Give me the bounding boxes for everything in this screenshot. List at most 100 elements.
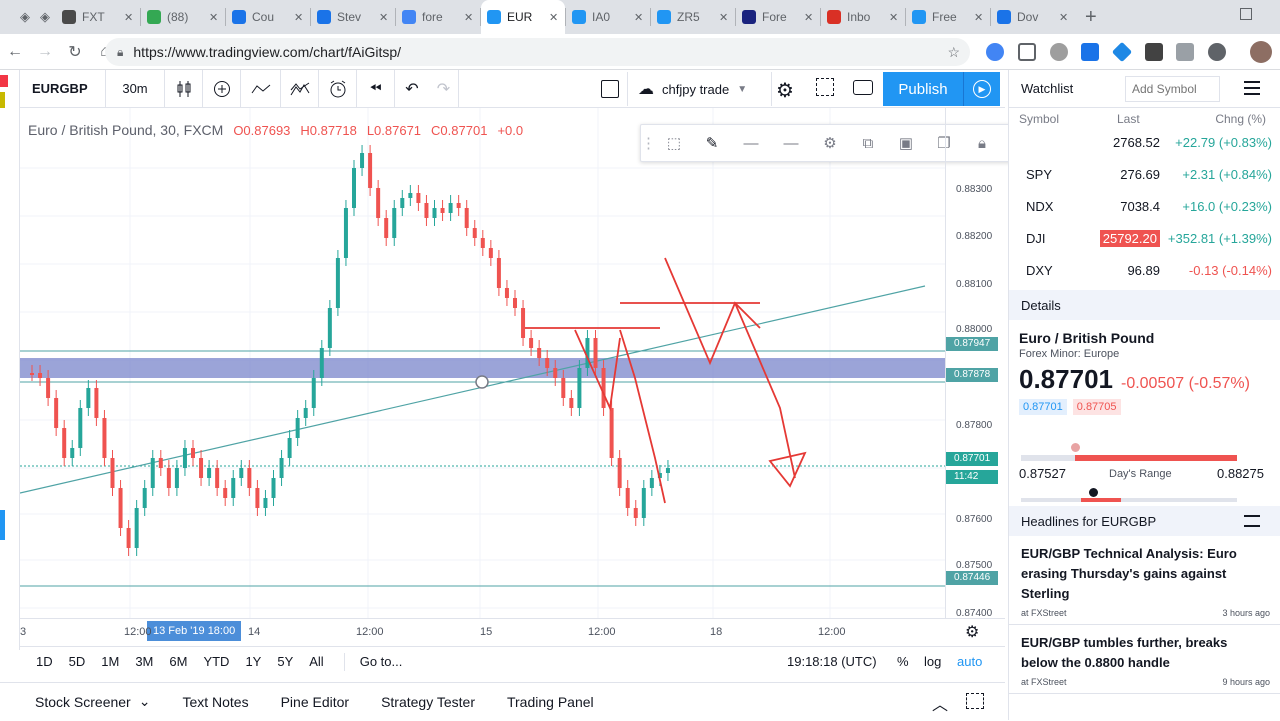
browser-tab[interactable]: fore ✕ [396,0,480,34]
col-symbol[interactable]: Symbol [1019,112,1059,126]
extension-icon[interactable] [1111,41,1133,63]
range-button[interactable]: 3M [135,654,153,669]
extension-icon[interactable] [1145,43,1163,61]
browser-tab[interactable]: ZR5 ✕ [651,0,735,34]
chart-pane[interactable] [20,108,945,618]
templates-icon[interactable] [281,69,319,108]
tab-close-icon[interactable]: ✕ [889,11,898,24]
col-last[interactable]: Last [1117,112,1140,126]
bottom-tab[interactable]: Text Notes [166,683,264,721]
extension-icon[interactable] [1208,43,1226,61]
extension-icon[interactable] [1018,43,1036,61]
visibility-icon[interactable]: ⧉ [849,135,887,152]
tab-close-icon[interactable]: ✕ [634,11,643,24]
range-button[interactable]: 1M [101,654,119,669]
tab-close-icon[interactable]: ✕ [379,11,388,24]
pinned-tabs[interactable]: ◈ ◈ [0,9,56,25]
browser-tab[interactable]: Free ✕ [906,0,990,34]
flag-icon[interactable] [0,92,5,108]
fullscreen-icon[interactable] [816,78,834,96]
pinned-tab-icon[interactable]: ◈ [20,9,30,25]
browser-tab[interactable]: Stev ✕ [311,0,395,34]
template-icon[interactable]: ⬚ [655,134,693,152]
undo-icon[interactable]: ↶ [395,70,429,108]
side-indicator[interactable] [0,510,5,540]
interval-selector[interactable]: 30m [105,69,165,108]
details-header[interactable]: Details [1009,290,1280,320]
add-symbol-input[interactable] [1125,75,1220,102]
browser-tab[interactable]: Dov ✕ [991,0,1075,34]
pinned-tab-icon[interactable]: ◈ [40,9,50,25]
range-button[interactable]: 1Y [245,654,261,669]
bottom-tab[interactable]: Pine Editor [265,683,365,721]
utc-clock[interactable]: 19:18:18 (UTC) [787,654,877,669]
range-button[interactable]: 6M [169,654,187,669]
price-chart[interactable] [20,108,945,618]
headline-item[interactable]: EUR/GBP Technical Analysis: Euro erasing… [1009,536,1280,625]
watchlist-row[interactable]: SPY 276.69 +2.31 (+0.84%) [1009,158,1280,190]
watchlist-row[interactable]: DXY 96.89 -0.13 (-0.14%) [1009,254,1280,286]
publish-button[interactable]: Publish [883,72,963,106]
collapse-panel-icon[interactable]: ︿ [932,691,948,715]
object-tree-icon[interactable]: ▣ [887,134,925,152]
tab-close-icon[interactable]: ✕ [549,11,558,24]
pencil-icon[interactable]: ✎ [693,134,731,152]
window-restore-icon[interactable] [1240,8,1252,20]
extension-icon[interactable] [1176,43,1194,61]
watchlist-row[interactable]: NDX 7038.4 +16.0 (+0.23%) [1009,190,1280,222]
publish-options-button[interactable]: ▶ [963,72,1000,106]
extension-icon[interactable] [1081,43,1099,61]
redo-icon[interactable]: ↷ [429,69,459,108]
bottom-tab[interactable]: Strategy Tester [365,683,491,721]
tab-close-icon[interactable]: ✕ [209,11,218,24]
extension-icon[interactable] [1050,43,1068,61]
browser-tab[interactable]: Inbo ✕ [821,0,905,34]
settings-icon[interactable]: ⚙︎ [965,622,979,642]
extension-icon[interactable] [986,43,1004,61]
browser-tab[interactable]: FXT ✕ [56,0,140,34]
left-drawing-toolbar[interactable] [0,70,20,650]
tab-close-icon[interactable]: ✕ [974,11,983,24]
log-scale-toggle[interactable]: log [924,654,941,669]
watchlist-title[interactable]: Watchlist [1021,81,1125,96]
alert-icon[interactable] [319,69,357,108]
url-field[interactable]: 🔒︎ https://www.tradingview.com/chart/fAi… [105,38,970,66]
profile-avatar[interactable] [1250,41,1272,63]
tab-close-icon[interactable]: ✕ [294,11,303,24]
browser-tab[interactable]: IA0 ✕ [566,0,650,34]
line-width-icon[interactable]: — [771,135,811,152]
layout-selector[interactable]: ☁︎ chfjpy trade ▼ [627,72,772,106]
settings-icon[interactable]: ⚙︎ [811,134,849,152]
forward-icon[interactable]: → [30,43,60,61]
replay-icon[interactable]: ⏪︎ [357,69,395,108]
fullscreen-chart-icon[interactable] [601,80,619,98]
watchlist-row[interactable]: DJI 25792.20 +352.81 (+1.39%) [1009,222,1280,254]
headline-item[interactable]: EUR/GBP tumbles further, breaks below th… [1009,625,1280,694]
indicators-icon[interactable] [241,69,281,108]
add-compare-icon[interactable] [203,69,241,108]
watchlist-row[interactable]: 2768.52 +22.79 (+0.83%) [1009,126,1280,158]
browser-tab[interactable]: Cou ✕ [226,0,310,34]
bookmark-star-icon[interactable]: ☆ [947,44,960,61]
browser-tab[interactable]: EUR ✕ [481,0,565,34]
legend-title[interactable]: Euro / British Pound, 30, FXCM [28,122,223,138]
reload-icon[interactable]: ↻ [60,42,90,62]
headlines-menu-icon[interactable] [1244,515,1260,527]
range-button[interactable]: 1D [36,654,53,669]
camera-icon[interactable] [853,80,873,95]
back-icon[interactable]: ← [0,43,30,61]
col-change[interactable]: Chng (%) [1215,112,1266,126]
drag-handle-icon[interactable]: ⋮ [641,134,656,152]
range-button[interactable]: 5Y [277,654,293,669]
tab-close-icon[interactable]: ✕ [719,11,728,24]
range-button[interactable]: All [309,654,323,669]
bar-style-icon[interactable] [165,69,203,108]
auto-scale-toggle[interactable]: auto [957,654,982,669]
tab-close-icon[interactable]: ✕ [124,11,133,24]
range-button[interactable]: YTD [203,654,229,669]
browser-tab[interactable]: Fore ✕ [736,0,820,34]
settings-icon[interactable]: ⚙︎ [776,78,794,103]
price-axis[interactable]: 0.883000.882000.881000.880000.879000.878… [945,108,1005,619]
browser-tab[interactable]: (88) ✕ [141,0,225,34]
new-tab-button[interactable]: + [1085,6,1097,29]
